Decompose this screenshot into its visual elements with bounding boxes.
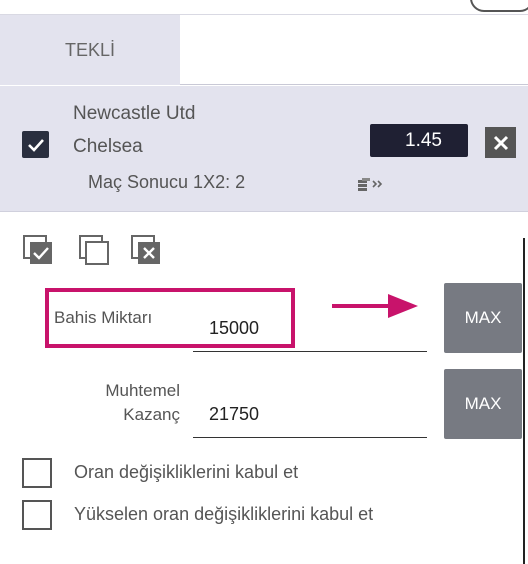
accept-odds-change-checkbox[interactable] xyxy=(22,458,52,488)
winnings-label-line1: Muhtemel xyxy=(105,381,180,400)
highlight-box xyxy=(45,288,295,348)
winnings-label: Muhtemel Kazanç xyxy=(60,379,180,427)
delete-all-icon[interactable] xyxy=(128,232,164,268)
winnings-label-line2: Kazanç xyxy=(123,405,180,424)
remove-bet-button[interactable] xyxy=(485,127,516,158)
winnings-field: 21750 xyxy=(193,392,427,438)
scrollbar[interactable] xyxy=(523,238,525,564)
close-icon xyxy=(493,135,508,150)
bet-checkbox[interactable] xyxy=(22,131,49,158)
accept-rising-odds-checkbox[interactable] xyxy=(22,500,52,530)
winnings-max-button[interactable]: MAX xyxy=(444,369,522,439)
market-label: Maç Sonucu 1X2: 2 xyxy=(88,172,246,192)
tab-bar: TEKLİ xyxy=(0,15,528,85)
checkmark-icon xyxy=(27,138,44,152)
select-all-icon[interactable] xyxy=(20,232,56,268)
accept-odds-change-label: Oran değişikliklerini kabul et xyxy=(74,462,299,482)
odds-badge: 1.45 xyxy=(370,124,468,157)
accept-rising-odds-label: Yükselen oran değişikliklerini kabul et xyxy=(74,504,374,524)
toggle-switch[interactable] xyxy=(470,0,528,12)
coins-arrow-icon xyxy=(358,178,383,191)
bet-selection: Newcastle Utd Chelsea Maç Sonucu 1X2: 2 … xyxy=(0,86,528,212)
copy-icon[interactable] xyxy=(76,232,112,268)
top-strip xyxy=(0,0,528,15)
tab-single[interactable]: TEKLİ xyxy=(0,15,180,85)
home-team: Newcastle Utd xyxy=(73,103,196,124)
stake-max-button[interactable]: MAX xyxy=(444,283,522,353)
winnings-value: 21750 xyxy=(209,404,260,424)
arrow-right-icon xyxy=(332,294,418,318)
away-team: Chelsea xyxy=(73,136,143,157)
